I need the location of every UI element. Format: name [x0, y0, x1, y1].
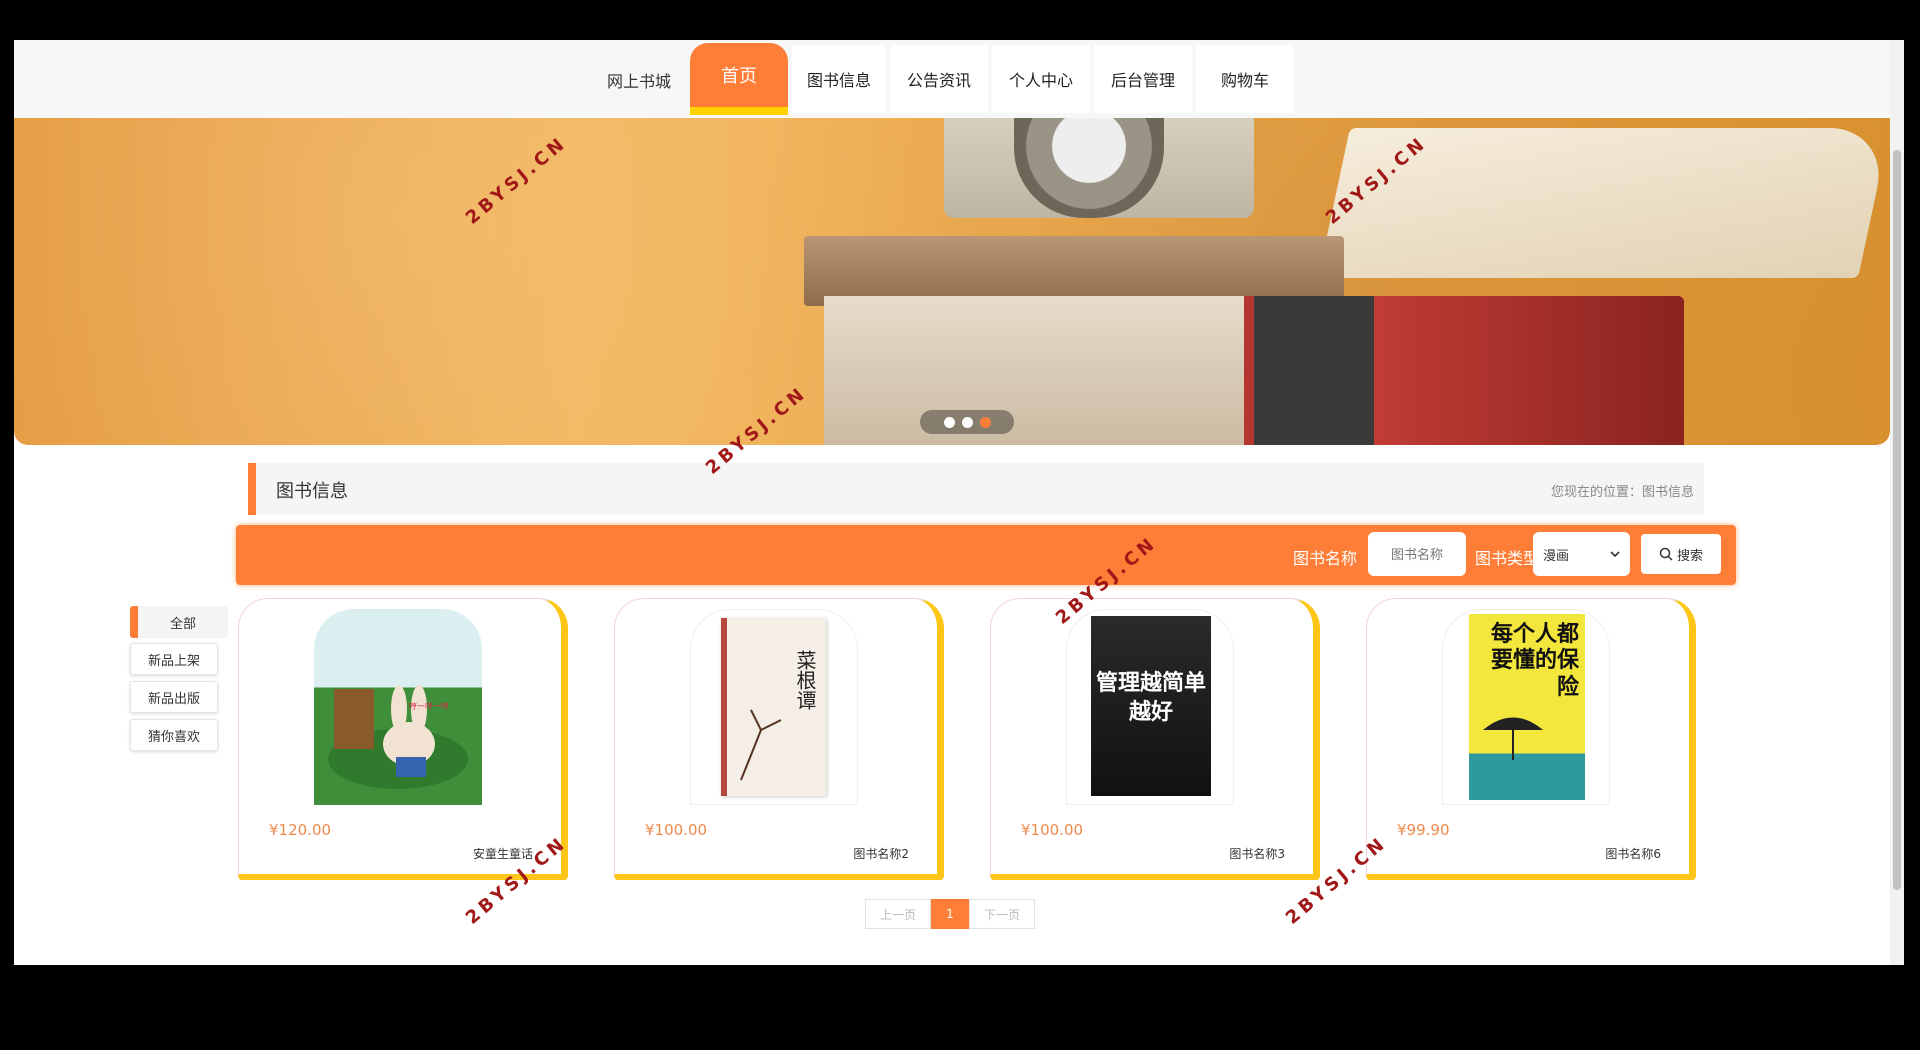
top-nav: 网上书城 首页 图书信息 公告资讯 个人中心 后台管理 购物车 — [14, 40, 1890, 118]
mouse-cursor — [966, 597, 986, 619]
search-button[interactable]: 搜索 — [1641, 534, 1721, 574]
nav-cart[interactable]: 购物车 — [1196, 45, 1294, 113]
breadcrumb: 您现在的位置：图书信息 — [1550, 485, 1694, 500]
camera-image — [944, 118, 1254, 218]
book-price: ¥99.90 — [1397, 821, 1450, 839]
book-cover[interactable]: 菜根谭 — [690, 609, 858, 805]
filter-recommended[interactable]: 猜你喜欢 — [130, 719, 218, 751]
nav-admin[interactable]: 后台管理 — [1094, 45, 1192, 113]
book-card[interactable]: 管理越简单越好 ¥100.00 图书名称3 — [990, 598, 1320, 880]
book-price: ¥100.00 — [645, 821, 708, 839]
scrollbar[interactable] — [1890, 40, 1904, 965]
search-icon — [1659, 547, 1673, 561]
nav-profile[interactable]: 个人中心 — [992, 45, 1090, 113]
search-bar: 图书名称 图书类型 漫画 搜索 — [236, 525, 1736, 585]
page-1-button[interactable]: 1 — [931, 899, 969, 929]
book-card[interactable]: 菜根谭 ¥100.00 图书名称2 — [614, 598, 944, 880]
filter-all[interactable]: 全部 — [130, 606, 228, 638]
pagination: 上一页 1 下一页 — [865, 899, 1035, 929]
book-name: 图书名称2 — [853, 847, 909, 861]
book-cover[interactable]: 管理越简单越好 — [1066, 609, 1234, 805]
hero-banner[interactable] — [14, 118, 1890, 445]
book-type-label: 图书类型 — [1475, 549, 1540, 568]
book-name-input[interactable] — [1368, 532, 1466, 576]
nav-books[interactable]: 图书信息 — [792, 45, 886, 113]
book-name: 图书名称6 — [1605, 847, 1661, 861]
section-header: 图书信息 您现在的位置：图书信息 — [248, 463, 1704, 515]
filter-new-arrivals[interactable]: 新品上架 — [130, 643, 218, 675]
filter-new-published[interactable]: 新品出版 — [130, 681, 218, 713]
search-button-label: 搜索 — [1676, 548, 1703, 564]
book-cover[interactable]: 哼一哼一哼 — [314, 609, 482, 805]
chevron-down-icon — [1610, 551, 1620, 558]
cover-text: 哼一哼一哼 — [409, 702, 449, 711]
book-type-value: 漫画 — [1543, 548, 1570, 564]
book-price: ¥120.00 — [269, 821, 332, 839]
carousel-dots — [920, 410, 1014, 434]
nav-news[interactable]: 公告资讯 — [890, 45, 988, 113]
browser-window: 网上书城 首页 图书信息 公告资讯 个人中心 后台管理 购物车 图书信息 您现在… — [14, 40, 1904, 965]
book-cover[interactable]: 每个人都要懂的保险 — [1442, 609, 1610, 805]
next-page-button[interactable]: 下一页 — [969, 899, 1035, 929]
scrollbar-thumb[interactable] — [1893, 150, 1901, 890]
book-card[interactable]: 每个人都要懂的保险 ¥99.90 图书名称6 — [1366, 598, 1696, 880]
site-title: 网上书城 — [607, 72, 672, 91]
nav-home[interactable]: 首页 — [690, 43, 788, 115]
book-name: 图书名称3 — [1229, 847, 1285, 861]
cover-text: 管理越简单越好 — [1095, 671, 1206, 725]
carousel-dot[interactable] — [943, 416, 955, 428]
book-price: ¥100.00 — [1021, 821, 1084, 839]
carousel-dot-active[interactable] — [979, 416, 991, 428]
book-type-select[interactable]: 漫画 — [1533, 532, 1630, 576]
carousel-dot[interactable] — [961, 416, 973, 428]
book-name-label: 图书名称 — [1293, 549, 1358, 568]
book-card[interactable]: 哼一哼一哼 ¥120.00 安童生童话 — [238, 598, 568, 880]
prev-page-button[interactable]: 上一页 — [865, 899, 931, 929]
section-title: 图书信息 — [276, 481, 348, 502]
